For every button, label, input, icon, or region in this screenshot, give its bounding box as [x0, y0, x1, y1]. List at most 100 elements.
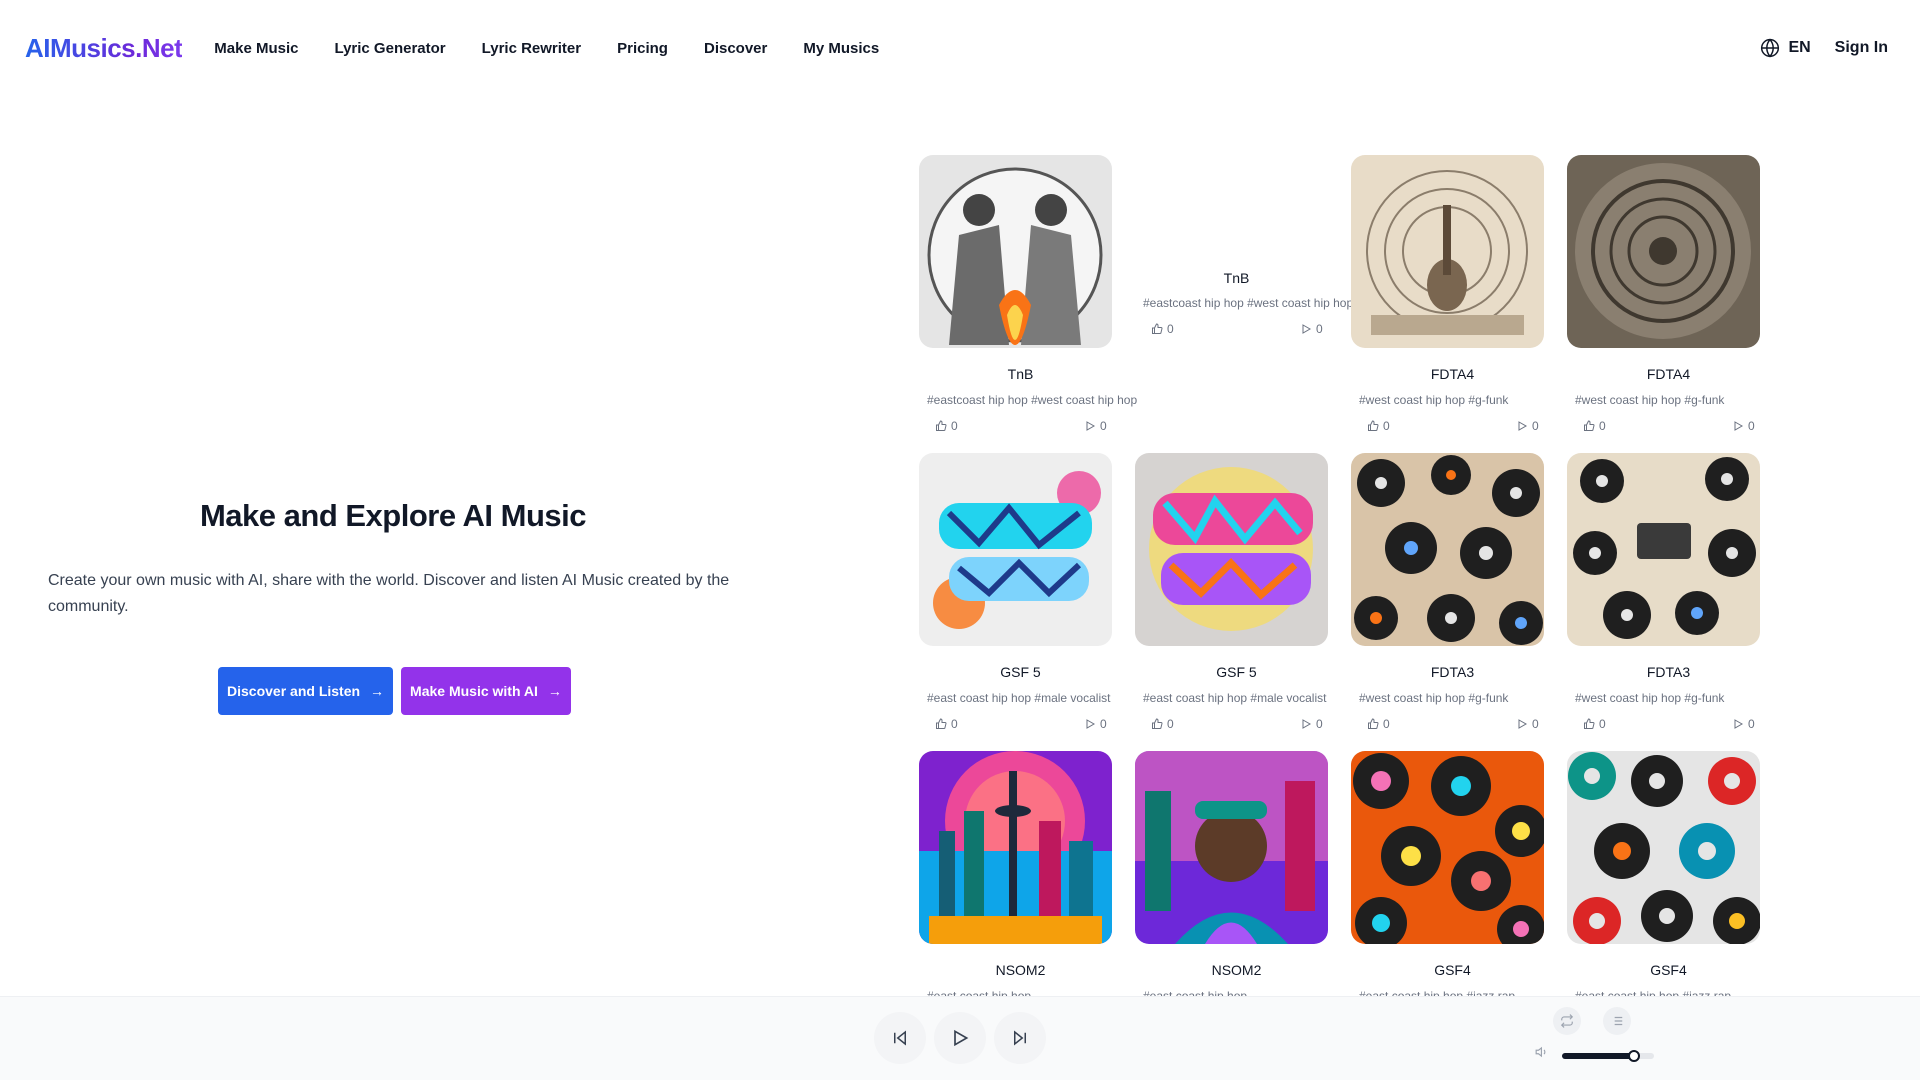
like-count-value: 0 [1383, 717, 1390, 731]
play-count-value: 0 [1532, 419, 1539, 433]
list-icon [1611, 1016, 1623, 1026]
music-player-bar [0, 996, 1920, 1080]
play-button[interactable] [934, 1012, 986, 1064]
play-count[interactable]: 0 [1084, 419, 1107, 433]
play-count[interactable]: 0 [1516, 717, 1539, 731]
volume-slider[interactable] [1562, 1053, 1654, 1059]
music-card[interactable]: GSF4 #east coast hip hop #jazz rap [1567, 751, 1763, 997]
music-card[interactable]: TnB #eastcoast hip hop #west coast hip h… [1135, 155, 1353, 445]
cover-image[interactable] [1351, 453, 1544, 646]
hero-subtitle: Create your own music with AI, share wit… [48, 572, 730, 615]
repeat-button[interactable] [1553, 1007, 1581, 1035]
card-title: GSF 5 [1000, 664, 1041, 680]
make-button-label: Make Music with AI [410, 683, 538, 699]
cover-image[interactable] [1567, 453, 1760, 646]
cover-image[interactable] [1567, 155, 1760, 348]
card-title: FDTA3 [1430, 664, 1475, 680]
play-count-value: 0 [1316, 717, 1323, 731]
music-card[interactable]: FDTA3 #west coast hip hop #g-funk 0 0 [1567, 453, 1763, 743]
music-card[interactable]: FDTA4 #west coast hip hop #g-funk 0 0 [1351, 155, 1547, 445]
cover-image[interactable] [1135, 453, 1328, 646]
card-title: GSF4 [1434, 962, 1471, 978]
next-track-button[interactable] [994, 1012, 1046, 1064]
cover-image[interactable] [1351, 155, 1544, 348]
hero-title: Make and Explore AI Music [199, 498, 587, 533]
card-title: NSOM2 [995, 962, 1046, 978]
nav-make-music[interactable]: Make Music [214, 40, 298, 57]
like-count[interactable]: 0 [1583, 419, 1606, 433]
card-title: TnB [1007, 366, 1034, 382]
like-count-value: 0 [1167, 322, 1174, 336]
cover-image[interactable] [1567, 751, 1760, 944]
music-grid: TnB #eastcoast hip hop #west coast hip h… [919, 155, 1799, 997]
card-tags: #eastcoast hip hop #west coast hip hop [1143, 296, 1353, 310]
cover-image[interactable] [1351, 751, 1544, 944]
play-count-value: 0 [1748, 717, 1755, 731]
music-card[interactable]: TnB #eastcoast hip hop #west coast hip h… [919, 155, 1137, 445]
play-icon [1086, 719, 1096, 729]
cover-image[interactable] [919, 155, 1112, 348]
play-count[interactable]: 0 [1516, 419, 1539, 433]
music-card[interactable]: GSF4 #east coast hip hop #jazz rap [1351, 751, 1547, 997]
card-title: GSF4 [1650, 962, 1687, 978]
like-count-value: 0 [1599, 717, 1606, 731]
volume-slider-handle[interactable] [1627, 1050, 1640, 1062]
site-logo[interactable]: AIMusics.Net [25, 33, 183, 64]
volume-icon [1535, 1046, 1546, 1058]
main-nav: Make Music Lyric Generator Lyric Rewrite… [214, 40, 915, 57]
nav-lyric-rewriter[interactable]: Lyric Rewriter [482, 40, 582, 57]
play-count[interactable]: 0 [1300, 717, 1323, 731]
music-card[interactable]: NSOM2 #east coast hip hop [919, 751, 1115, 997]
sign-in-link[interactable]: Sign In [1835, 39, 1888, 57]
play-count[interactable]: 0 [1084, 717, 1107, 731]
nav-lyric-generator[interactable]: Lyric Generator [334, 40, 445, 57]
like-count[interactable]: 0 [935, 717, 958, 731]
cover-image[interactable] [919, 751, 1112, 944]
like-count[interactable]: 0 [1367, 419, 1390, 433]
music-card[interactable]: NSOM2 #east coast hip hop [1135, 751, 1331, 997]
like-count[interactable]: 0 [1583, 717, 1606, 731]
music-card[interactable]: FDTA4 #west coast hip hop #g-funk 0 0 [1567, 155, 1763, 445]
like-count[interactable]: 0 [935, 419, 958, 433]
play-count[interactable]: 0 [1732, 717, 1755, 731]
play-icon [1734, 421, 1744, 431]
card-title: NSOM2 [1211, 962, 1262, 978]
cover-image[interactable] [919, 453, 1112, 646]
like-count[interactable]: 0 [1367, 717, 1390, 731]
nav-discover[interactable]: Discover [704, 40, 767, 57]
like-count[interactable]: 0 [1151, 322, 1174, 336]
arrow-right-icon: → [547, 683, 562, 699]
thumbs-up-icon [1584, 420, 1595, 431]
play-count-value: 0 [1316, 322, 1323, 336]
music-card[interactable]: GSF 5 #east coast hip hop #male vocalist… [1135, 453, 1331, 743]
playlist-button[interactable] [1603, 1007, 1631, 1035]
card-tags: #east coast hip hop #male vocalist [1143, 691, 1327, 705]
play-icon [1734, 719, 1744, 729]
like-count-value: 0 [951, 419, 958, 433]
language-selector[interactable]: EN [1760, 38, 1811, 58]
like-count[interactable]: 0 [1151, 717, 1174, 731]
nav-pricing[interactable]: Pricing [617, 40, 668, 57]
discover-and-listen-button[interactable]: Discover and Listen → [218, 667, 394, 715]
cover-image[interactable] [1135, 751, 1328, 944]
hero-buttons: Discover and Listen → Make Music with AI… [218, 667, 571, 715]
nav-my-musics[interactable]: My Musics [803, 40, 879, 57]
play-count[interactable]: 0 [1300, 322, 1323, 336]
thumbs-up-icon [1368, 420, 1379, 431]
card-title: FDTA3 [1646, 664, 1691, 680]
previous-track-button[interactable] [874, 1012, 926, 1064]
like-count-value: 0 [1383, 419, 1390, 433]
play-count-value: 0 [1532, 717, 1539, 731]
like-count-value: 0 [1167, 717, 1174, 731]
language-label: EN [1788, 39, 1811, 56]
globe-icon [1761, 38, 1780, 58]
music-card[interactable]: GSF 5 #east coast hip hop #male vocalist… [919, 453, 1115, 743]
play-count[interactable]: 0 [1732, 419, 1755, 433]
play-icon [1518, 421, 1528, 431]
volume-button[interactable] [1528, 1038, 1556, 1066]
make-music-with-ai-button[interactable]: Make Music with AI → [401, 667, 571, 715]
music-card[interactable]: FDTA3 #west coast hip hop #g-funk 0 0 [1351, 453, 1547, 743]
thumbs-up-icon [936, 718, 947, 729]
arrow-right-icon: → [370, 683, 385, 699]
skip-forward-icon [1014, 1030, 1026, 1046]
